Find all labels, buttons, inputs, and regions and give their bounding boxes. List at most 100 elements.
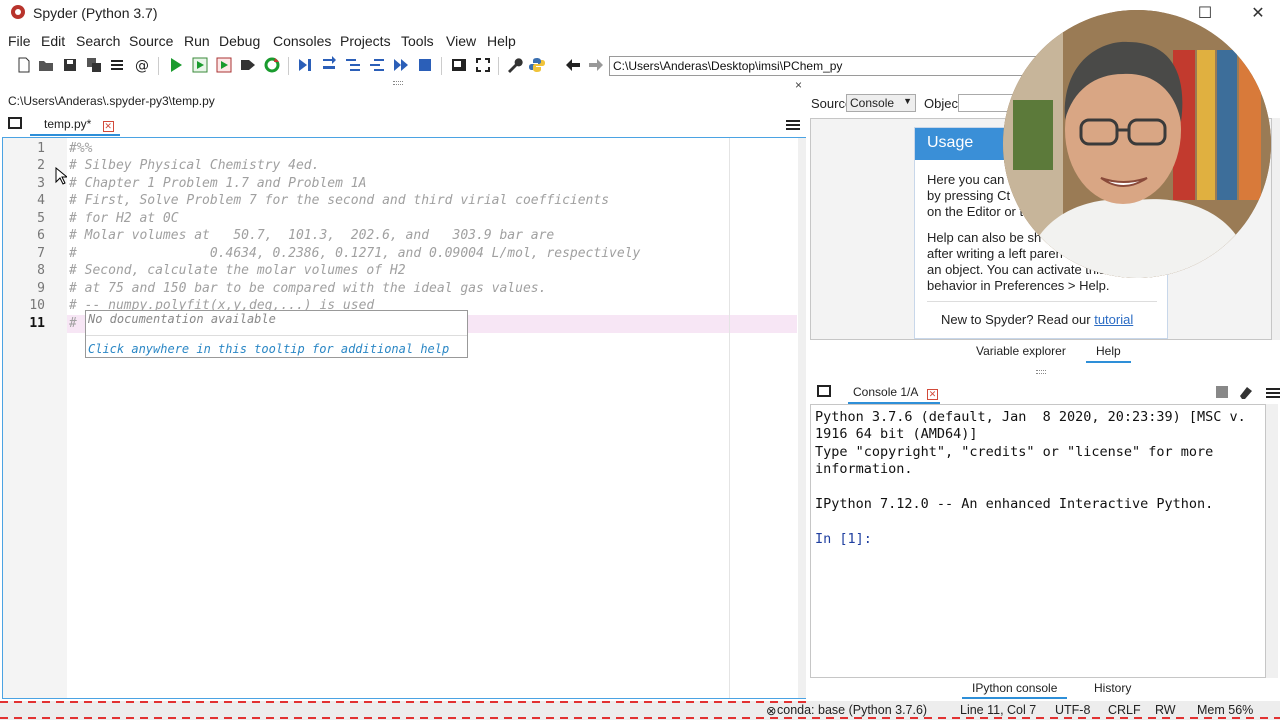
back-arrow-icon[interactable]	[564, 56, 582, 74]
tutorial-link[interactable]: tutorial	[1094, 312, 1133, 327]
step-into-icon[interactable]	[344, 56, 362, 74]
file-encoding: UTF-8	[1055, 703, 1091, 717]
file-permissions: RW	[1155, 703, 1176, 717]
close-button[interactable]: ✕	[1238, 2, 1278, 24]
source-select-value: Console	[850, 96, 895, 110]
help-close-icon[interactable]: ×	[795, 78, 802, 92]
menu-run[interactable]: Run	[184, 33, 210, 49]
line-number: 5	[37, 211, 45, 226]
menu-help[interactable]: Help	[487, 33, 516, 49]
menu-view[interactable]: View	[446, 33, 476, 49]
console-line: Python 3.7.6 (default, Jan 8 2020, 20:23…	[815, 409, 1246, 425]
new-to-text: New to Spyder? Read our	[941, 312, 1095, 327]
code-line: #	[69, 316, 77, 331]
step-return-icon[interactable]	[368, 56, 386, 74]
console-line: information.	[815, 461, 913, 477]
editor-scrollbar[interactable]	[798, 138, 806, 698]
usage-text: on the Editor or t	[927, 204, 1024, 219]
help-tab-bar: Variable explorer Help	[810, 341, 1272, 363]
toolbar-separator	[158, 57, 159, 75]
usage-text: by pressing Ct	[927, 188, 1011, 203]
tab-label: temp.py*	[44, 117, 92, 131]
editor-tab-bar: temp.py* ✕	[0, 114, 807, 136]
maximize-pane-icon[interactable]	[450, 56, 468, 74]
code-line: #%%	[69, 141, 93, 156]
list-icon[interactable]	[108, 56, 126, 74]
run-selection-icon[interactable]	[239, 56, 257, 74]
at-sign-icon[interactable]: @	[133, 56, 151, 74]
console-scrollbar[interactable]	[1266, 404, 1278, 678]
editor-file-path: C:\Users\Anderas\.spyder-py3\temp.py	[8, 94, 215, 108]
close-tab-icon[interactable]: ✕	[927, 389, 939, 400]
stop-kernel-icon[interactable]	[1216, 386, 1228, 398]
tab-temp-py[interactable]: temp.py* ✕	[30, 114, 120, 136]
line-number: 8	[37, 263, 45, 278]
spyder-logo-icon	[10, 4, 26, 20]
tooltip-help-link[interactable]: Click anywhere in this tooltip for addit…	[88, 342, 449, 356]
help-scrollbar[interactable]	[1272, 118, 1280, 340]
continue-icon[interactable]	[392, 56, 410, 74]
code-line: # First, Solve Problem 7 for the second …	[69, 193, 610, 208]
code-line: # Second, calculate the molar volumes of…	[69, 263, 406, 278]
save-icon[interactable]	[61, 56, 79, 74]
new-to-spyder-text: New to Spyder? Read our tutorial	[941, 312, 1133, 327]
pane-grip[interactable]	[1036, 370, 1046, 374]
options-menu-icon[interactable]	[786, 118, 800, 130]
browse-tabs-icon[interactable]	[817, 385, 831, 397]
save-all-icon[interactable]	[85, 56, 103, 74]
run-cell-icon[interactable]	[191, 56, 209, 74]
open-folder-icon[interactable]	[37, 56, 55, 74]
code-line: # for H2 at 0C	[69, 211, 179, 226]
run-cell-advance-icon[interactable]	[215, 56, 233, 74]
calltip-tooltip[interactable]: No documentation available Click anywher…	[85, 310, 468, 358]
console-line: 1916 64 bit (AMD64)]	[815, 426, 978, 442]
tab-history[interactable]: History	[1084, 679, 1141, 699]
rerun-icon[interactable]	[263, 56, 281, 74]
usage-text: after writing a left paren	[927, 246, 1063, 261]
line-number: 3	[37, 176, 45, 191]
run-icon[interactable]	[167, 56, 185, 74]
console-tab-bar: Console 1/A ✕	[810, 380, 1280, 404]
toolbar-separator	[498, 57, 499, 75]
menu-debug[interactable]: Debug	[219, 33, 260, 49]
pane-grip[interactable]	[393, 81, 403, 85]
code-editor[interactable]: 1 2 3 4 5 6 7 8 9 10 11 #%% # Silbey Phy…	[2, 137, 806, 699]
tab-variable-explorer[interactable]: Variable explorer	[966, 341, 1076, 363]
source-select[interactable]: Console ▼	[846, 94, 916, 112]
menu-tools[interactable]: Tools	[401, 33, 434, 49]
console-line: IPython 7.12.0 -- An enhanced Interactiv…	[815, 496, 1214, 512]
ipython-console[interactable]: Python 3.7.6 (default, Jan 8 2020, 20:23…	[810, 404, 1266, 678]
menu-search[interactable]: Search	[76, 33, 120, 49]
menu-consoles[interactable]: Consoles	[273, 33, 331, 49]
python-path-icon[interactable]	[528, 56, 546, 74]
object-label: Object	[924, 96, 962, 111]
tab-help[interactable]: Help	[1086, 341, 1131, 363]
debug-icon[interactable]	[296, 56, 314, 74]
menu-edit[interactable]: Edit	[41, 33, 65, 49]
menu-source[interactable]: Source	[129, 33, 173, 49]
working-directory-input[interactable]: C:\Users\Anderas\Desktop\imsi\PChem_py	[609, 56, 1041, 76]
options-menu-icon[interactable]	[1266, 386, 1280, 398]
console-bottom-tabs: IPython console History	[810, 679, 1272, 700]
wrench-icon[interactable]	[505, 56, 523, 74]
line-number-current: 11	[29, 316, 45, 331]
close-tab-icon[interactable]: ✕	[102, 121, 114, 132]
tab-console-1a[interactable]: Console 1/A ✕	[848, 380, 940, 404]
window-title: Spyder (Python 3.7)	[33, 5, 158, 21]
step-icon[interactable]	[320, 56, 338, 74]
forward-arrow-icon[interactable]	[587, 56, 605, 74]
line-endings: CRLF	[1108, 703, 1141, 717]
recording-border	[0, 701, 808, 703]
tab-ipython-console[interactable]: IPython console	[962, 679, 1068, 699]
eraser-icon[interactable]	[1238, 384, 1254, 400]
line-number: 9	[37, 281, 45, 296]
code-line: # at 75 and 150 bar to be compared with …	[69, 281, 547, 296]
menu-projects[interactable]: Projects	[340, 33, 391, 49]
line-number: 6	[37, 228, 45, 243]
menu-file[interactable]: File	[8, 33, 31, 49]
fullscreen-icon[interactable]	[474, 56, 492, 74]
browse-tabs-icon[interactable]	[8, 117, 22, 129]
stop-icon[interactable]	[416, 56, 434, 74]
conda-status: conda: base (Python 3.7.6)	[777, 703, 928, 717]
new-file-icon[interactable]	[15, 56, 33, 74]
